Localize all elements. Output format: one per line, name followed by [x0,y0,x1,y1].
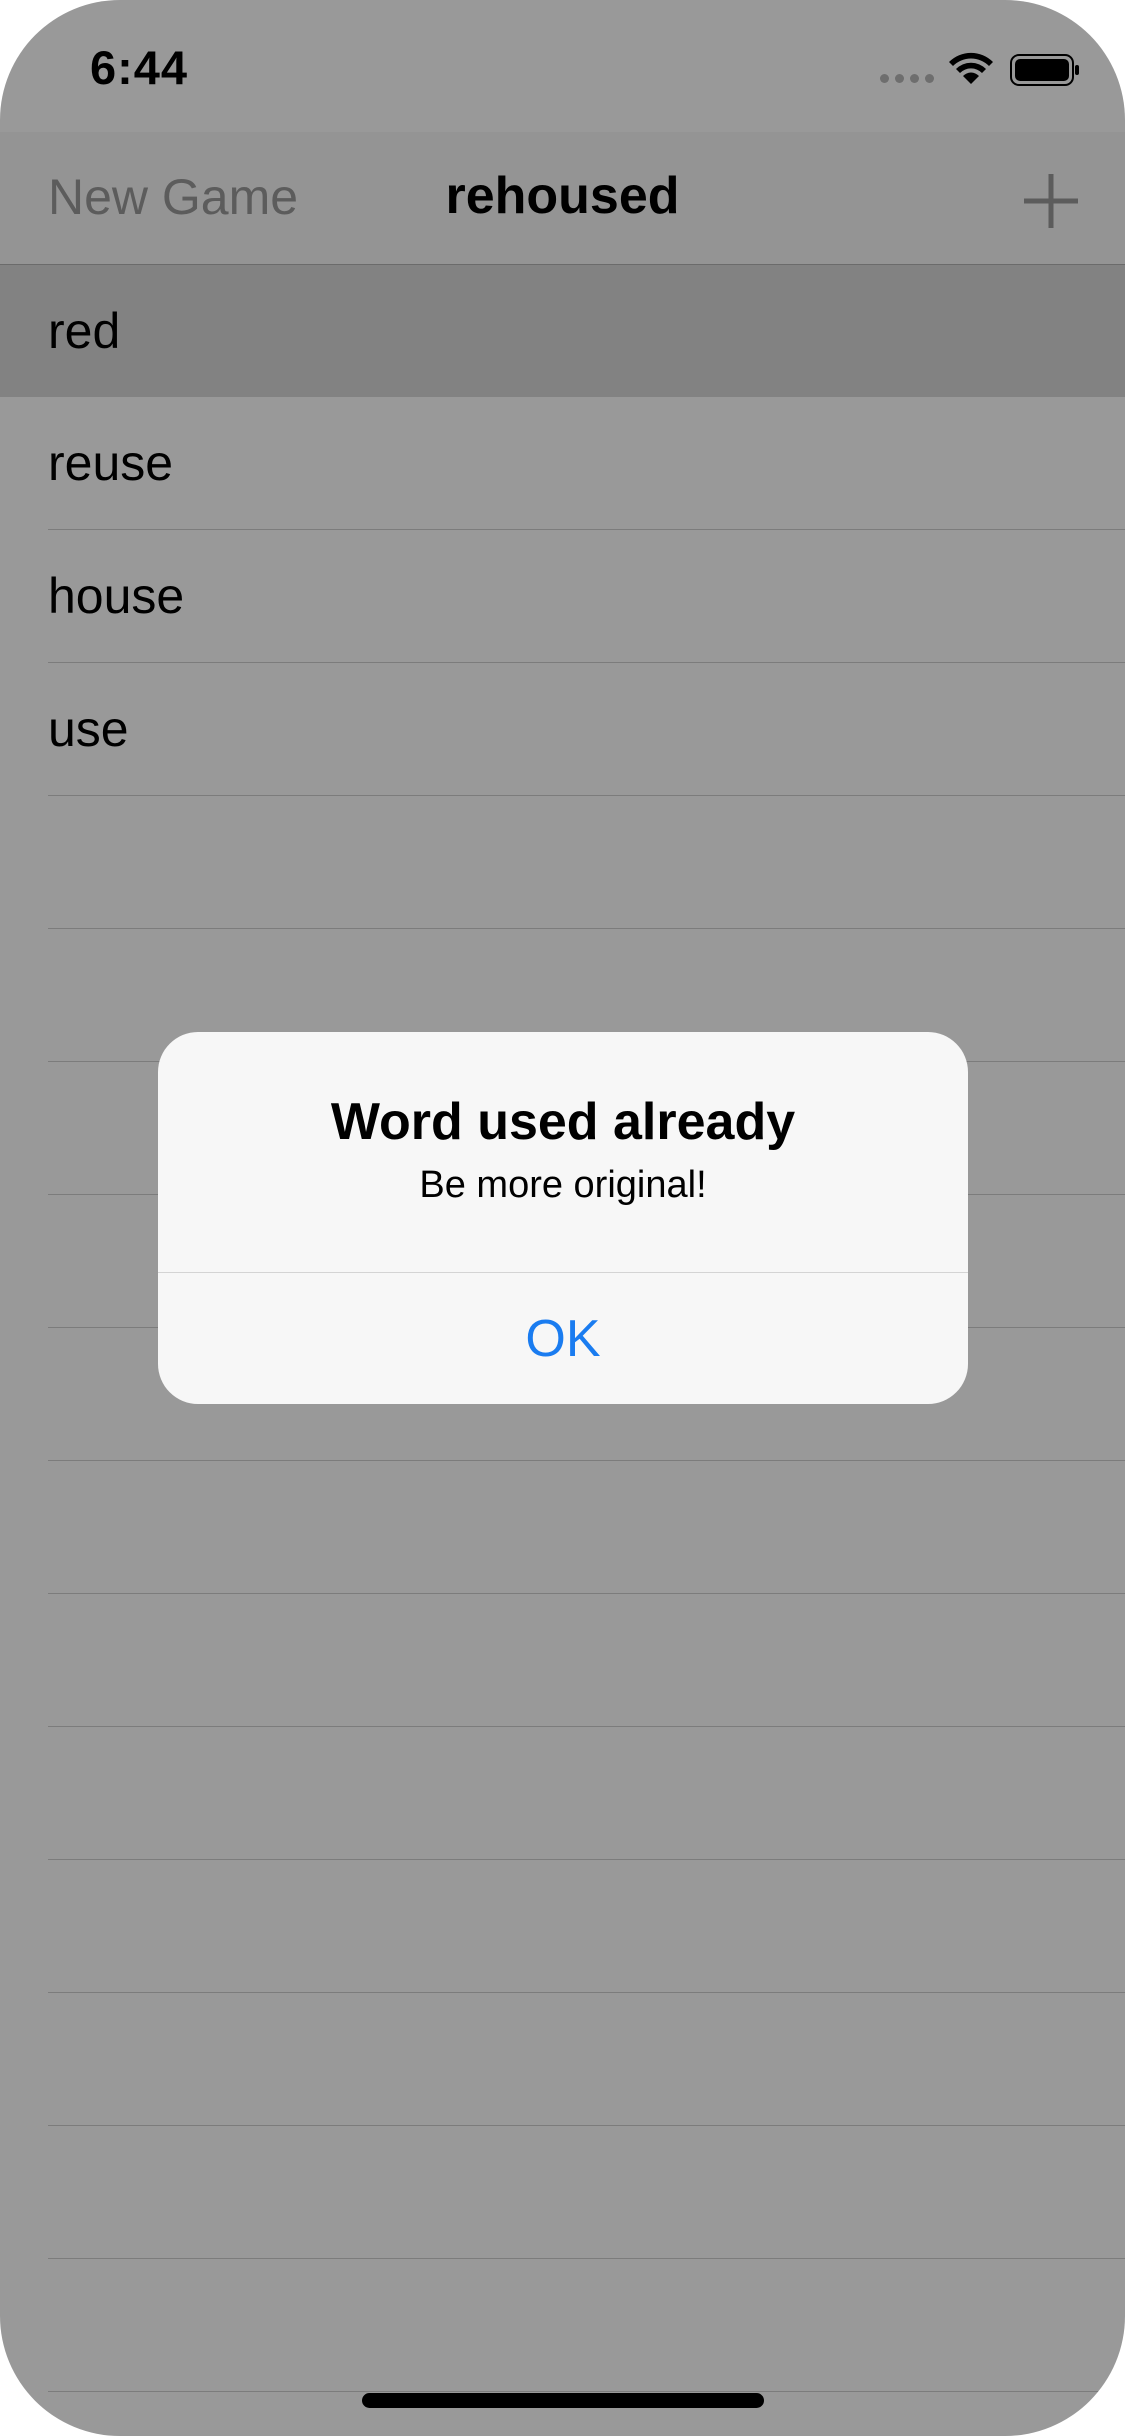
alert-dialog: Word used already Be more original! OK [158,1032,968,1404]
ok-button[interactable]: OK [158,1273,968,1404]
alert-message: Be more original! [419,1164,707,1206]
home-indicator[interactable] [362,2393,764,2408]
screen: 6:44 New Game rehoused red reuse house u… [0,0,1125,2436]
alert-title: Word used already [330,1093,796,1151]
